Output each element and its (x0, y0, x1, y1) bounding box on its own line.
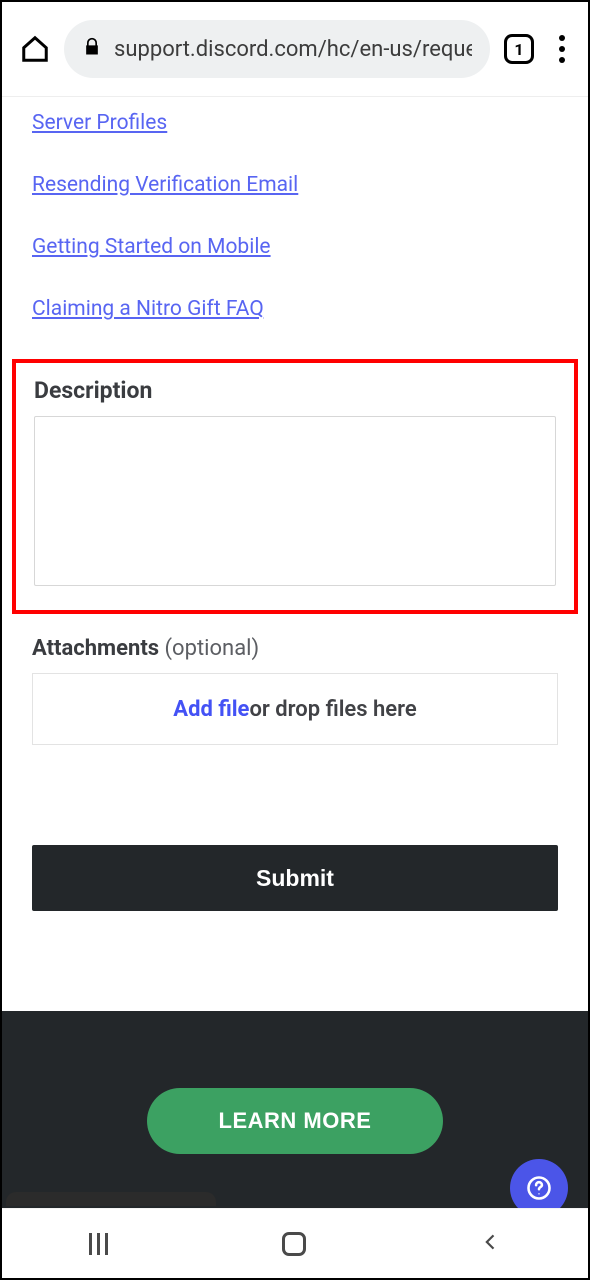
description-section-highlight: Description (12, 359, 578, 614)
browser-top-bar: support.discord.com/hc/en-us/reques 1 (2, 2, 588, 97)
attachments-label-text: Attachments (32, 636, 159, 661)
recent-apps-button[interactable] (89, 1233, 108, 1255)
browser-menu-icon[interactable] (548, 35, 576, 63)
attachments-optional-text: (optional) (165, 636, 260, 661)
android-nav-bar (2, 1208, 588, 1278)
learn-more-button[interactable]: LEARN MORE (147, 1088, 444, 1154)
link-getting-started-mobile[interactable]: Getting Started on Mobile (32, 235, 558, 259)
add-file-link[interactable]: Add file (173, 697, 249, 722)
home-icon[interactable] (20, 34, 50, 64)
tab-count-button[interactable]: 1 (504, 34, 534, 64)
url-bar[interactable]: support.discord.com/hc/en-us/reques (64, 20, 490, 78)
drop-hint-text: or drop files here (249, 697, 416, 722)
back-button[interactable] (481, 1232, 501, 1256)
url-text: support.discord.com/hc/en-us/reques (114, 37, 472, 62)
description-label: Description (34, 377, 556, 404)
tab-count-value: 1 (514, 40, 523, 59)
attachments-label: Attachments (optional) (32, 636, 558, 661)
submit-button[interactable]: Submit (32, 845, 558, 911)
link-claiming-nitro-gift[interactable]: Claiming a Nitro Gift FAQ (32, 297, 558, 321)
description-textarea[interactable] (34, 416, 556, 586)
lock-icon (82, 37, 102, 61)
attachments-dropzone[interactable]: Add file or drop files here (32, 673, 558, 745)
help-article-links: Server Profiles Resending Verification E… (2, 97, 588, 321)
partial-popup-edge (6, 1192, 216, 1206)
link-resending-verification[interactable]: Resending Verification Email (32, 173, 558, 197)
link-server-profiles[interactable]: Server Profiles (32, 111, 558, 135)
attachments-section: Attachments (optional) Add file or drop … (2, 614, 588, 745)
home-button[interactable] (282, 1232, 306, 1256)
